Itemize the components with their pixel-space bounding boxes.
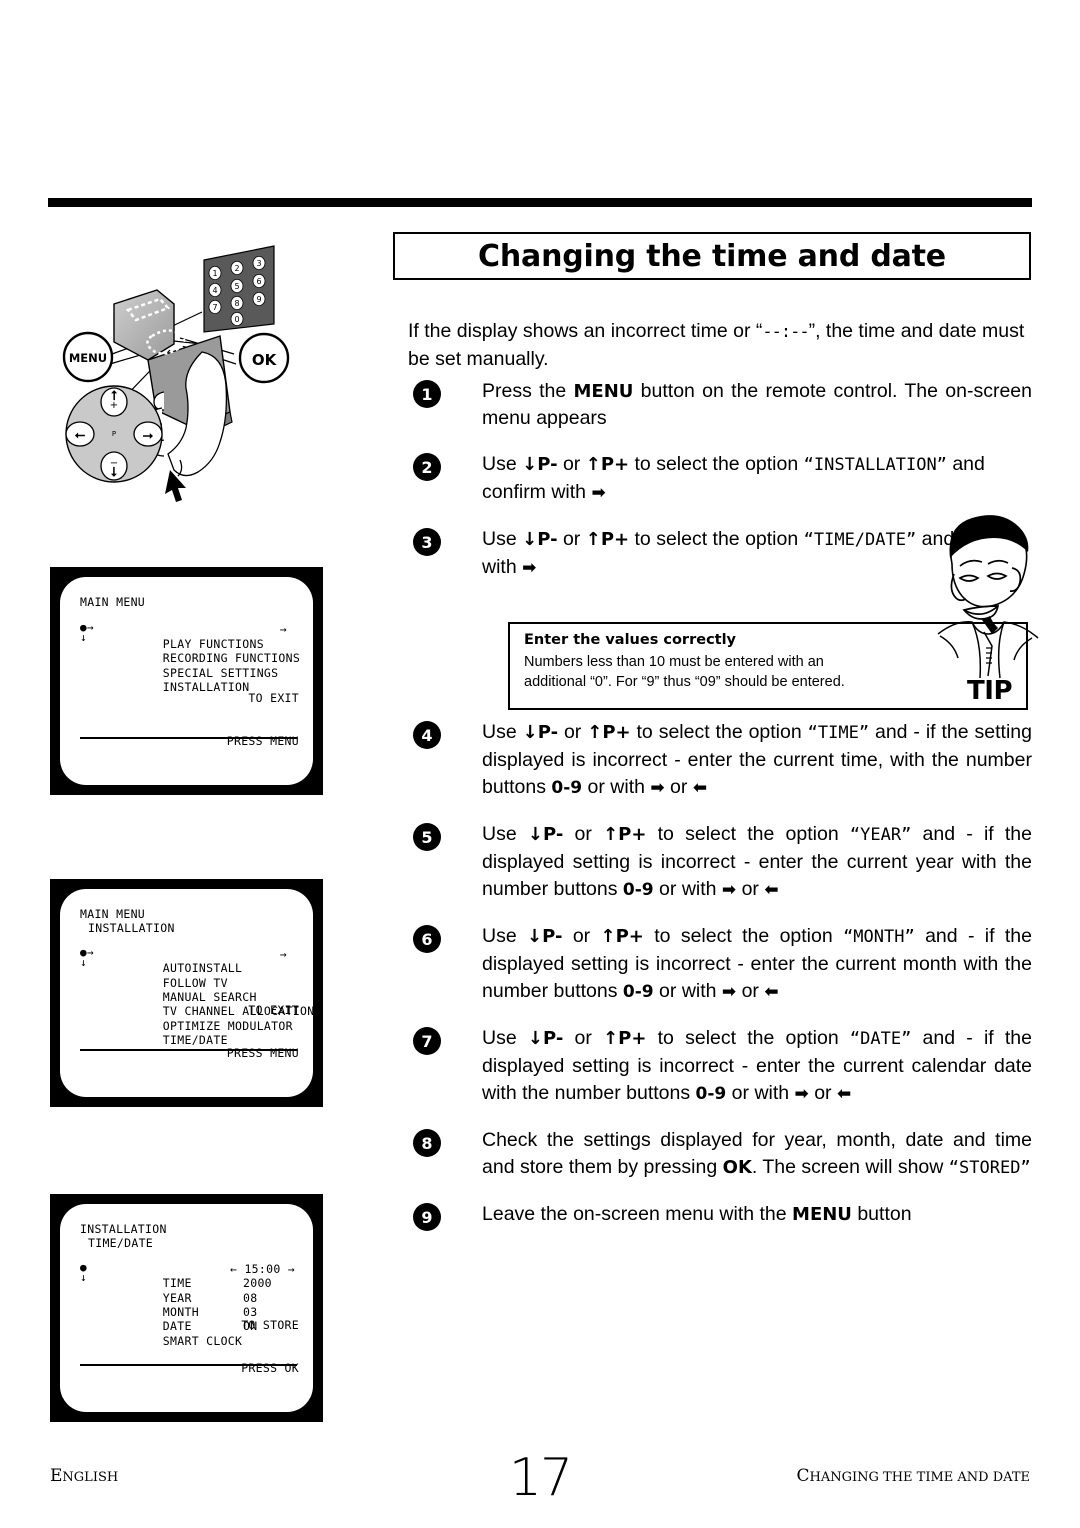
step-item: 7 Use ↓P- or ↑P+ to select the option “D… [408,1025,1032,1108]
step-list: 1 Press the MENU button on the remote co… [408,378,1032,1247]
svg-text:+: + [110,400,118,411]
screen-main-menu: MAIN MENU ●→ ↓ PLAY FUNCTIONS → RECORDING… [50,567,323,795]
step-number: 8 [413,1129,441,1157]
screen-footer-line2: PRESS OK [241,1360,299,1375]
cursor-marker: ● ↓ [80,1260,87,1284]
screen-footer: TO EXIT PRESS MENU [227,974,299,1089]
tip-line-2: additional “0”. For “9” thus “09” should… [524,674,845,690]
tip-body: Numbers less than 10 must be entered wit… [524,652,924,692]
step-text: Check the settings displayed for year, m… [482,1129,1032,1178]
step-text: Use ↓P- or ↑P+ to select the option “TIM… [482,721,1032,798]
svg-text:6: 6 [256,277,261,286]
screen-installation-menu: MAIN MENU INSTALLATION ●→ ↓ AUTOINSTALL →… [50,879,323,1107]
footer-chapter-rest: HANGING THE TIME AND DATE [809,1470,1030,1485]
step-number: 2 [413,453,441,481]
step-number: 1 [413,380,441,408]
step-number: 6 [413,925,441,953]
intro-text-before: If the display shows an incorrect time o… [408,319,763,342]
svg-text:2: 2 [234,264,239,273]
screen-footer-line2: PRESS MENU [226,733,299,748]
screen-row[interactable]: PLAY FUNCTIONS → [105,622,293,650]
screen-footer-line1: TO EXIT [248,690,299,705]
footer-chapter: CHANGING THE TIME AND DATE [797,1466,1030,1486]
intro-paragraph: If the display shows an incorrect time o… [408,318,1032,373]
step-number: 4 [413,721,441,749]
step-item: 2 Use ↓P- or ↑P+ to select the option “I… [408,451,1032,507]
screen-footer-line1: TO EXIT [248,1002,299,1017]
screen-title: MAIN MENU [80,595,146,609]
tip-badge: TIP [967,676,1012,706]
svg-text:⭣: ⭣ [110,465,117,480]
screen-subtitle: TIME/DATE [88,1236,154,1251]
svg-text:3: 3 [256,259,261,268]
step-item: 5 Use ↓P- or ↑P+ to select the option “Y… [408,821,1032,904]
step-number: 9 [413,1203,441,1231]
step-number: 5 [413,823,441,851]
svg-text:P: P [112,430,116,438]
page-title-box: Changing the time and date [393,232,1031,280]
ok-button-callout: OK [238,332,290,384]
tip-box: Enter the values correctly Numbers less … [508,622,1028,710]
screen-title: MAIN MENU [80,907,146,921]
screen-row-arrow: → [279,946,287,961]
svg-text:9: 9 [256,295,261,304]
screen-row[interactable]: RECORDING FUNCTIONS [105,637,300,665]
screen-footer-line2: PRESS MENU [226,1045,299,1060]
cursor-marker: ●→ ↓ [80,945,94,969]
screen-row-label: TIME/DATE [162,1033,228,1048]
footer-chapter-cap: C [796,1466,810,1486]
step-number: 3 [413,528,441,556]
tip-heading: Enter the values correctly [524,632,737,648]
screen-time-date-menu: INSTALLATION TIME/DATE ● ↓ TIME ← 15:00 →… [50,1194,323,1422]
step-text: Use ↓P- or ↑P+ to select the option “MON… [482,925,1032,1002]
header-rule [48,198,1032,207]
step-item: 9 Leave the on-screen menu with the MENU… [408,1201,1032,1231]
tip-line-1: Numbers less than 10 must be entered wit… [524,654,824,670]
svg-text:8: 8 [234,299,239,308]
screen-title: INSTALLATION [80,1222,167,1236]
svg-text:4: 4 [212,286,217,295]
screen-row-label: SMART CLOCK [162,1333,243,1348]
step-item: 4 Use ↓P- or ↑P+ to select the option “T… [408,719,1032,802]
step-item: 6 Use ↓P- or ↑P+ to select the option “M… [408,923,1032,1006]
svg-text:OK: OK [252,351,278,369]
step-text: Use ↓P- or ↑P+ to select the option “TIM… [482,528,1024,578]
svg-text:5: 5 [234,282,239,291]
step-item: 8 Check the settings displayed for year,… [408,1127,1032,1182]
screen-row[interactable]: TIME ← 15:00 → [105,1262,295,1290]
step-text: Press the MENU button on the remote cont… [482,380,1032,429]
svg-text:⭠: ⭠ [75,428,86,443]
screen-footer: TO EXIT PRESS MENU [227,662,299,777]
step-text: Use ↓P- or ↑P+ to select the option “YEA… [482,823,1032,900]
screen-footer: TO STORE PRESS OK [241,1289,299,1404]
intro-placeholder-glyph: --:-- [762,321,809,342]
screen-subtitle: INSTALLATION [88,921,175,936]
svg-text:⭢: ⭢ [143,428,154,443]
step-text: Use ↓P- or ↑P+ to select the option “DAT… [482,1027,1032,1104]
screen-row[interactable]: AUTOINSTALL → [105,946,293,975]
cursor-marker: ●→ ↓ [80,621,94,645]
remote-control-illustration: 123 4 56 789 0 MENU OK ⭡ + − ⭣ ⭠ ⭢ P [62,245,290,502]
navigation-pad-callout: ⭡ + − ⭣ ⭠ ⭢ P [65,385,163,483]
step-text: Use ↓P- or ↑P+ to select the option “INS… [482,453,985,503]
step-item: 1 Press the MENU button on the remote co… [408,378,1032,432]
screen-row-value[interactable]: ← 15:00 → [230,1262,295,1276]
screen-row-arrow: → [279,622,287,637]
step-text: Leave the on-screen menu with the MENU b… [482,1203,912,1225]
screen-footer-line1: TO STORE [241,1317,299,1332]
page-title: Changing the time and date [478,238,946,274]
step-number: 7 [413,1027,441,1055]
svg-text:7: 7 [212,303,217,312]
svg-text:1: 1 [212,269,217,278]
svg-text:0: 0 [234,315,239,324]
svg-text:MENU: MENU [69,351,107,365]
menu-button-callout: MENU [62,331,114,383]
step-item: 3 Use ↓P- or ↑P+ to select the option “T… [408,526,1032,582]
